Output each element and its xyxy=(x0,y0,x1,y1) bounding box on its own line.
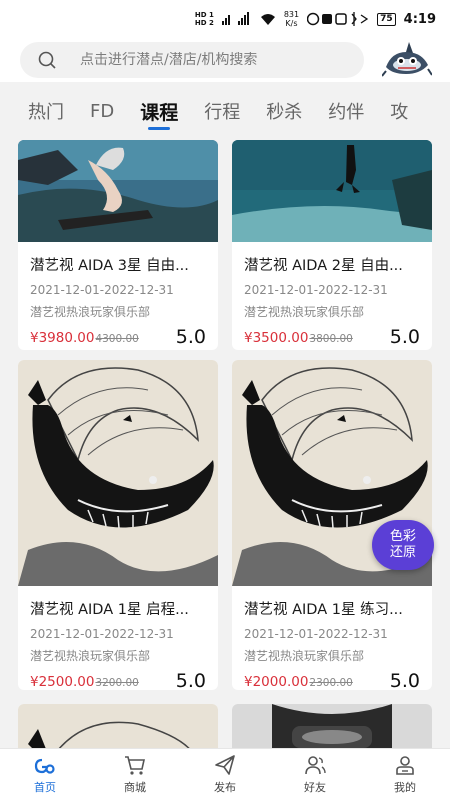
course-price: ¥3980.00 xyxy=(30,330,95,346)
bottom-nav: 首页 商城 发布 好友 我的 xyxy=(0,748,450,800)
nav-label: 好友 xyxy=(304,781,326,794)
course-card[interactable]: 潜艺视 AIDA 2星 自由... 2021-12-01-2022-12-31 … xyxy=(232,140,432,350)
course-organizer: 潜艺视热浪玩家俱乐部 xyxy=(30,305,151,319)
color-restore-button[interactable]: 色彩 还原 xyxy=(372,520,434,570)
tab-fd[interactable]: FD xyxy=(90,82,114,140)
nav-label: 我的 xyxy=(394,781,416,794)
course-title: 潜艺视 AIDA 3星 自由... xyxy=(30,258,189,274)
course-card[interactable] xyxy=(18,704,218,748)
friends-icon xyxy=(305,756,326,775)
profile-icon xyxy=(396,756,414,775)
course-dates: 2021-12-01-2022-12-31 xyxy=(244,283,388,297)
sim2-label: HD 2 xyxy=(194,19,214,27)
course-card[interactable]: 潜艺视 AIDA 3星 自由... 2021-12-01-2022-12-31 … xyxy=(18,140,218,350)
category-tabs: 热门 FD 课程 行程 秒杀 约伴 攻 xyxy=(0,82,450,140)
signal-icon xyxy=(221,12,252,26)
course-rating: 5.0 xyxy=(383,670,420,690)
app-screen: HD 1 HD 2 831 K/s 75 4:19 点击进行潜点/潜店/机构搜索… xyxy=(0,0,450,800)
nav-shop[interactable]: 商城 xyxy=(90,749,180,800)
course-price: ¥2500.00 xyxy=(30,674,95,690)
course-price: ¥3500.00 xyxy=(244,330,309,346)
shark-mascot-icon[interactable] xyxy=(382,41,432,79)
course-thumbnail xyxy=(18,704,218,748)
search-icon xyxy=(38,51,56,69)
course-dates: 2021-12-01-2022-12-31 xyxy=(244,627,388,641)
original-price: 3200.00 xyxy=(95,677,139,689)
course-thumbnail xyxy=(18,140,218,242)
nav-profile[interactable]: 我的 xyxy=(360,749,450,800)
tab-hot[interactable]: 热门 xyxy=(28,82,64,140)
original-price: 4300.00 xyxy=(95,333,139,345)
search-header xyxy=(0,38,450,82)
search-input[interactable] xyxy=(80,52,330,68)
sim-indicator: HD 1 HD 2 xyxy=(195,11,214,27)
tab-trips[interactable]: 行程 xyxy=(204,82,240,140)
tab-guides[interactable]: 攻 xyxy=(390,82,408,140)
course-price: ¥2000.00 xyxy=(244,674,309,690)
nav-home[interactable]: 首页 xyxy=(0,749,90,800)
course-dates: 2021-12-01-2022-12-31 xyxy=(30,627,174,641)
battery-indicator: 75 xyxy=(377,12,396,26)
course-rating: 5.0 xyxy=(169,326,206,348)
course-organizer: 潜艺视热浪玩家俱乐部 xyxy=(30,649,151,663)
price-row: ¥3500.00 3800.00 5.0 xyxy=(232,320,432,348)
course-title: 潜艺视 AIDA 1星 启程... xyxy=(30,602,189,618)
course-grid: 潜艺视 AIDA 3星 自由... 2021-12-01-2022-12-31 … xyxy=(0,140,450,748)
nav-label: 发布 xyxy=(214,781,236,794)
nav-publish[interactable]: 发布 xyxy=(180,749,270,800)
tab-flash-sale[interactable]: 秒杀 xyxy=(266,82,302,140)
network-speed: 831 K/s xyxy=(283,10,300,28)
home-logo-icon xyxy=(34,758,55,774)
course-rating: 5.0 xyxy=(169,670,206,690)
cart-icon xyxy=(125,756,145,775)
nav-friends[interactable]: 好友 xyxy=(270,749,360,800)
badge-line2: 还原 xyxy=(389,545,416,560)
course-thumbnail xyxy=(18,360,218,586)
course-organizer: 潜艺视热浪玩家俱乐部 xyxy=(244,305,365,319)
send-icon xyxy=(215,755,235,775)
price-row: ¥3980.00 4300.00 5.0 xyxy=(18,320,218,348)
status-icons xyxy=(307,12,369,26)
original-price: 2300.00 xyxy=(309,677,353,689)
course-card[interactable]: 潜艺视 AIDA 1星 启程... 2021-12-01-2022-12-31 … xyxy=(18,360,218,690)
search-bar[interactable] xyxy=(20,42,364,78)
course-rating: 5.0 xyxy=(383,326,420,348)
price-row: ¥2500.00 3200.00 5.0 xyxy=(18,664,218,690)
tab-buddies[interactable]: 约伴 xyxy=(328,82,364,140)
status-bar: HD 1 HD 2 831 K/s 75 4:19 xyxy=(0,0,450,38)
badge-line1: 色彩 xyxy=(389,529,416,544)
clock: 4:19 xyxy=(403,11,436,27)
course-thumbnail xyxy=(232,704,432,748)
nav-label: 首页 xyxy=(34,781,56,794)
course-title: 潜艺视 AIDA 2星 自由... xyxy=(244,258,403,274)
original-price: 3800.00 xyxy=(309,333,353,345)
price-row: ¥2000.00 2300.00 5.0 xyxy=(232,664,432,690)
wifi-icon xyxy=(260,13,276,26)
course-dates: 2021-12-01-2022-12-31 xyxy=(30,283,174,297)
course-title: 潜艺视 AIDA 1星 练习... xyxy=(244,602,403,618)
course-organizer: 潜艺视热浪玩家俱乐部 xyxy=(244,649,365,663)
course-card[interactable] xyxy=(232,704,432,748)
tab-courses[interactable]: 课程 xyxy=(140,82,178,140)
nav-label: 商城 xyxy=(124,781,146,794)
sim1-label: HD 1 xyxy=(194,11,214,19)
course-thumbnail xyxy=(232,140,432,242)
